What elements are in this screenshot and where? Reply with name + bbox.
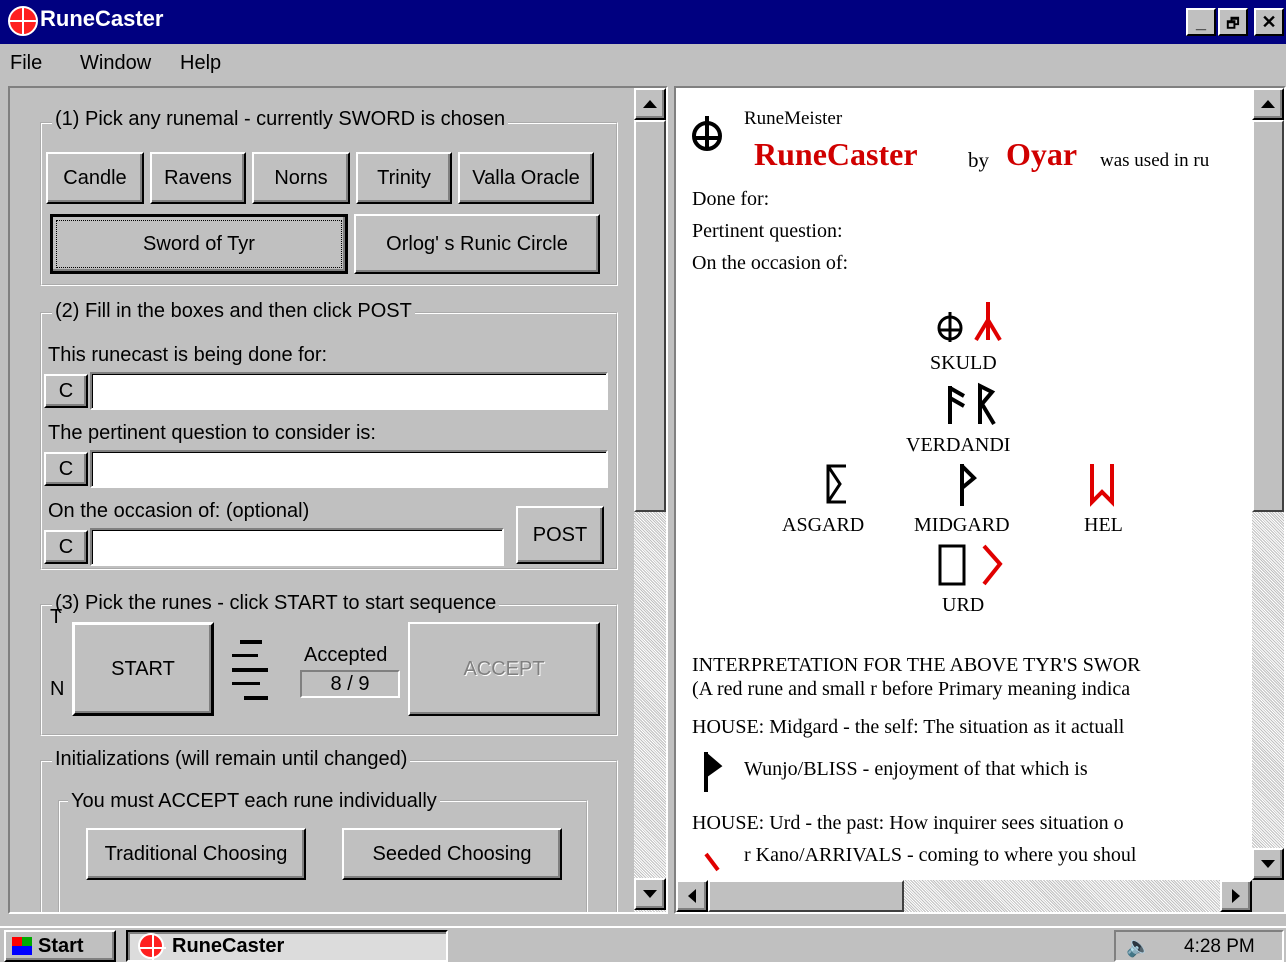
- occasion-label: On the occasion of: (optional): [48, 500, 310, 522]
- down-arrow-icon: [643, 890, 657, 898]
- down-arrow-icon: [1261, 860, 1275, 868]
- step1-legend: (1) Pick any runemal - currently SWORD i…: [52, 108, 509, 131]
- report-scroll-left-button[interactable]: [676, 880, 708, 912]
- wunjo-meaning: Wunjo/BLISS - enjoyment of that which is: [744, 758, 1088, 780]
- for-input[interactable]: [90, 372, 608, 410]
- seeded-choosing-button[interactable]: Seeded Choosing: [342, 828, 562, 880]
- taskbar: Start RuneCaster 🔈 4:28 PM: [0, 926, 1286, 962]
- urd-kano-rune-icon: [982, 544, 1003, 586]
- ravens-button[interactable]: Ravens: [150, 152, 246, 204]
- kano-rune-icon: [704, 852, 720, 872]
- verdandi-rune-1-icon: [948, 386, 965, 424]
- hel-rune-icon: [1090, 464, 1114, 507]
- urd-label: URD: [942, 594, 985, 616]
- accept-button[interactable]: ACCEPT: [408, 622, 600, 716]
- app-icon[interactable]: [8, 6, 38, 36]
- menu-file[interactable]: File: [10, 52, 42, 75]
- left-scroll-down-button[interactable]: [634, 878, 666, 910]
- asgard-rune-icon: [826, 464, 846, 504]
- skuld-symbol-icon: [937, 312, 963, 342]
- wunjo-rune-icon: [704, 752, 723, 792]
- question-label: The pertinent question to consider is:: [48, 422, 376, 444]
- clear-for-button[interactable]: C: [44, 374, 88, 408]
- n-indicator: N: [50, 678, 65, 700]
- midgard-label: MIDGARD: [914, 514, 1010, 536]
- windows-logo-icon: [12, 937, 32, 955]
- question-input[interactable]: [90, 450, 608, 488]
- interpretation-heading: INTERPRETATION FOR THE ABOVE TYR'S SWOR: [692, 654, 1141, 676]
- start-menu-button[interactable]: Start: [4, 930, 116, 962]
- asgard-label: ASGARD: [782, 514, 865, 536]
- valla-oracle-button[interactable]: Valla Oracle: [458, 152, 594, 204]
- urd-blank-rune-icon: [938, 544, 966, 586]
- close-button[interactable]: ✕: [1254, 8, 1284, 36]
- verdandi-label: VERDANDI: [906, 434, 1011, 456]
- window-title: RuneCaster: [40, 6, 164, 31]
- up-arrow-icon: [643, 100, 657, 108]
- verdandi-rune-2-icon: [978, 382, 996, 426]
- report-scroll-down-button[interactable]: [1252, 848, 1284, 880]
- interpretation-note: (A red rune and small r before Primary m…: [692, 678, 1131, 700]
- speaker-icon[interactable]: 🔈: [1126, 934, 1151, 959]
- task-label: RuneCaster: [172, 934, 285, 957]
- taskbar-runecaster-button[interactable]: RuneCaster: [126, 930, 448, 962]
- system-tray: 🔈 4:28 PM: [1114, 930, 1284, 962]
- norns-button[interactable]: Norns: [252, 152, 350, 204]
- t-indicator: T: [50, 606, 63, 628]
- clear-question-button[interactable]: C: [44, 452, 88, 486]
- left-pane: (1) Pick any runemal - currently SWORD i…: [8, 86, 668, 914]
- clear-occasion-button[interactable]: C: [44, 530, 88, 564]
- menu-bar: File Window Help: [0, 44, 1286, 84]
- left-scroll-up-button[interactable]: [634, 88, 666, 120]
- left-arrow-icon: [688, 889, 696, 903]
- init-legend: Initializations (will remain until chang…: [52, 748, 411, 771]
- house-urd-line: HOUSE: Urd - the past: How inquirer sees…: [692, 812, 1124, 834]
- sequence-icon: [232, 640, 268, 700]
- sword-of-tyr-button[interactable]: Sword of Tyr: [50, 214, 348, 274]
- report-pane: RuneMeister RuneCaster by Oyar was used …: [674, 86, 1286, 914]
- candle-button[interactable]: Candle: [46, 152, 144, 204]
- step3-legend: (3) Pick the runes - click START to star…: [52, 592, 500, 615]
- title-bar: RuneCaster _ 🗗 ✕: [0, 0, 1286, 44]
- house-midgard-line: HOUSE: Midgard - the self: The situation…: [692, 716, 1125, 738]
- kano-meaning: r Kano/ARRIVALS - coming to where you sh…: [744, 844, 1137, 866]
- minimize-icon: _: [1195, 12, 1206, 32]
- report-scroll-up-button[interactable]: [1252, 88, 1284, 120]
- step2-legend: (2) Fill in the boxes and then click POS…: [52, 300, 415, 323]
- report-scroll-right-button[interactable]: [1220, 880, 1252, 912]
- traditional-choosing-button[interactable]: Traditional Choosing: [86, 828, 306, 880]
- report-hscroll-thumb[interactable]: [708, 880, 904, 912]
- trinity-button[interactable]: Trinity: [356, 152, 452, 204]
- post-button[interactable]: POST: [516, 506, 604, 564]
- report-scroll-thumb[interactable]: [1252, 120, 1284, 512]
- restore-icon: 🗗: [1226, 15, 1240, 31]
- start-button[interactable]: START: [72, 622, 214, 716]
- for-label: This runecast is being done for:: [48, 344, 328, 366]
- close-icon: ✕: [1261, 12, 1277, 32]
- scroll-corner: [1252, 880, 1284, 912]
- up-arrow-icon: [1261, 100, 1275, 108]
- right-arrow-icon: [1232, 889, 1240, 903]
- minimize-button[interactable]: _: [1186, 8, 1216, 36]
- menu-window[interactable]: Window: [80, 52, 151, 75]
- clock[interactable]: 4:28 PM: [1184, 936, 1255, 958]
- left-scroll-thumb[interactable]: [634, 120, 666, 512]
- runecaster-task-icon: [138, 933, 166, 961]
- accepted-count: 8 / 9: [300, 670, 400, 698]
- start-label: Start: [38, 934, 84, 957]
- hel-label: HEL: [1084, 514, 1123, 536]
- init-inner-legend: You must ACCEPT each rune individually: [68, 790, 440, 813]
- skuld-label: SKULD: [930, 352, 997, 374]
- midgard-rune-icon: [960, 464, 977, 506]
- accepted-label: Accepted: [304, 644, 388, 666]
- skuld-rune-icon: [974, 302, 1002, 342]
- menu-help[interactable]: Help: [180, 52, 221, 75]
- occasion-input[interactable]: [90, 528, 504, 566]
- maximize-button[interactable]: 🗗: [1218, 8, 1248, 36]
- orlog-runic-circle-button[interactable]: Orlog' s Runic Circle: [354, 214, 600, 274]
